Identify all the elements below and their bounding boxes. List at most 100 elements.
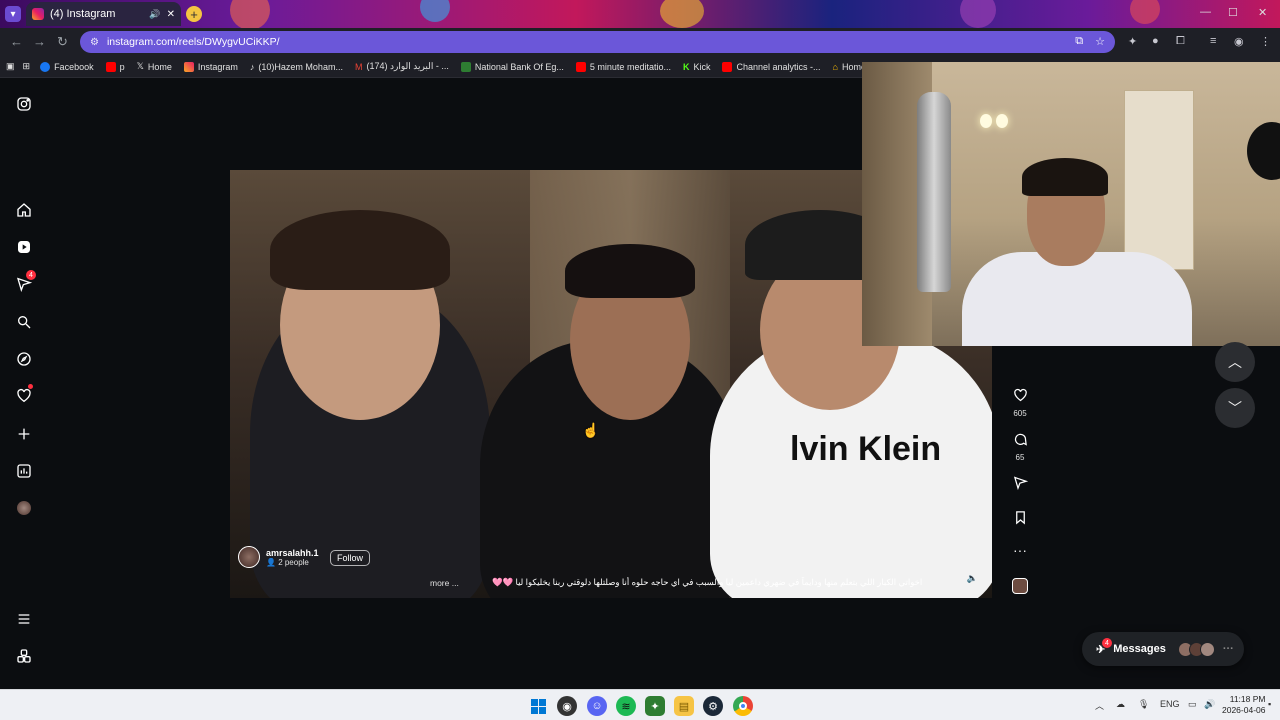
bookmark-item[interactable]: Channel analytics -... [722,61,821,72]
extensions-puzzle-icon[interactable]: ⧠ [1176,35,1185,48]
profile-avatar[interactable] [14,498,34,518]
bookmark-item[interactable]: p [105,61,125,72]
bank-icon [460,61,471,72]
system-clock[interactable]: 11:18 PM 2026-04-06 [1222,694,1265,716]
facebook-icon [40,61,51,72]
decor-blob [960,0,996,28]
more-options-icon[interactable]: ··· [1010,542,1030,558]
extension-icon[interactable]: ✦ [1128,35,1137,48]
close-window-icon[interactable]: ✕ [1258,6,1267,19]
webcam-balloon [1247,122,1280,180]
home-icon[interactable] [14,200,34,220]
bookmark-item[interactable]: National Bank Of Eg... [460,61,564,72]
previous-reel-button[interactable]: ︿ [1215,342,1255,382]
discord-icon[interactable]: ☺ [587,696,607,716]
author-avatar[interactable] [238,546,260,568]
language-indicator[interactable]: ENG [1160,699,1180,709]
bookmark-label: (174) البريد الوارد - ... [366,61,449,71]
save-action[interactable] [1010,510,1030,530]
x-icon: 𝕏 [136,61,144,71]
bookmark-item[interactable]: K Kick [683,62,711,72]
extension-icon[interactable]: ● [1152,35,1159,47]
address-bar[interactable]: ⚙ instagram.com/reels/DWygvUCiKKP/ ⧉ ☆ [80,31,1115,53]
original-audio-thumbnail[interactable] [1012,578,1028,594]
youtube-icon [105,61,116,72]
notification-center-icon[interactable]: ▪ [1268,699,1271,709]
browser-menu-icon[interactable]: ⋮ [1260,35,1271,48]
mute-toggle-icon[interactable]: 🔈 [967,573,978,584]
install-app-icon[interactable]: ⧉ [1075,35,1083,48]
instagram-logo-icon[interactable] [14,94,34,114]
comment-icon [1014,433,1027,446]
bookmark-item[interactable]: 5 minute meditatio... [575,61,671,72]
next-reel-button[interactable]: ﹀ [1215,388,1255,428]
steam-icon[interactable]: ⚙ [703,696,723,716]
tab-title: (4) Instagram [50,8,116,20]
reels-icon[interactable] [14,237,34,257]
minimize-icon[interactable]: — [1200,6,1211,18]
tagged-people[interactable]: 👤 2 people [266,558,319,567]
spotify-icon[interactable]: ≋ [616,696,636,716]
tab-instagram[interactable]: (4) Instagram 🔊 ✕ [26,2,181,26]
speaker-icon[interactable]: 🔊 [149,9,160,20]
youtube-icon [575,61,586,72]
bookmark-icon [1015,511,1025,525]
bookmark-star-icon[interactable]: ☆ [1095,35,1105,48]
bookmark-item[interactable]: 𝕏 Home [137,61,172,72]
tab-search-button[interactable]: ▾ [5,6,21,22]
more-menu-icon[interactable] [14,609,34,629]
bookmark-label: 5 minute meditatio... [589,61,671,72]
close-tab-icon[interactable]: ✕ [167,9,175,20]
share-action[interactable] [1010,475,1030,495]
instagram-reels-page: 4 lvin Klein amrsalahh.1 👤 2 people Foll… [0,62,1280,689]
microphone-icon[interactable]: 🎙 [1138,699,1149,710]
create-icon[interactable] [14,424,34,444]
comment-action[interactable]: 65 [1010,432,1030,462]
maximize-icon[interactable]: ☐ [1228,6,1238,19]
file-explorer-icon[interactable]: ▤ [674,696,694,716]
message-avatars [1177,641,1215,657]
avatar [1199,641,1215,657]
back-icon[interactable]: ← [10,34,23,49]
site-info-icon[interactable]: ⚙ [90,37,99,48]
chrome-icon[interactable] [733,696,753,716]
tray-expand-icon[interactable]: ︿ [1095,699,1104,712]
bookmark-item[interactable]: Instagram [183,61,238,72]
windows-start-icon[interactable] [528,696,548,716]
like-action[interactable]: 605 [1010,388,1030,418]
webcam-statue [917,92,951,292]
browser-tab-strip: ▾ (4) Instagram 🔊 ✕ + — ☐ ✕ [0,0,1280,30]
bookmark-item[interactable]: M (174) البريد الوارد - ... [355,61,449,72]
heart-icon [1013,388,1027,402]
apps-grid-icon[interactable]: ⊞ [23,61,31,72]
volume-icon[interactable]: 🔊 [1204,699,1215,710]
network-icon[interactable]: ▭ [1188,699,1197,710]
media-control-icon[interactable]: ≡ [1210,35,1216,47]
dashboard-icon[interactable] [14,461,34,481]
forward-icon[interactable]: → [33,34,46,49]
video-hair [565,244,695,298]
profile-avatar-icon[interactable]: ◉ [1234,35,1244,48]
obs-icon[interactable]: ◉ [557,696,577,716]
reel-author[interactable]: amrsalahh.1 👤 2 people [238,546,319,568]
app-icon[interactable]: ✦ [645,696,665,716]
also-from-meta-icon[interactable] [14,646,34,666]
caption-more-link[interactable]: more ... [430,578,459,588]
follow-button[interactable]: Follow [330,550,371,566]
bookmark-item[interactable]: Facebook [40,61,94,72]
reload-icon[interactable]: ↻ [57,34,68,50]
author-username[interactable]: amrsalahh.1 [266,548,319,558]
messages-badge: 4 [1102,638,1112,648]
messages-icon[interactable]: 4 [14,270,36,294]
search-icon[interactable] [14,312,34,332]
webcam-lamp [980,114,992,128]
tray-app-icon[interactable]: ☁ [1116,699,1125,710]
explore-icon[interactable] [14,349,34,369]
new-tab-button[interactable]: + [186,6,202,22]
bookmark-label: Instagram [197,61,238,72]
bookmark-item[interactable]: ♪ (10)Hazem Moham... [250,62,343,72]
notifications-heart-icon[interactable] [14,384,34,406]
decor-blob [1130,0,1160,24]
bookmark-sidebar-icon[interactable]: ▣ [6,61,15,72]
tagged-people-label: 2 people [278,557,309,567]
